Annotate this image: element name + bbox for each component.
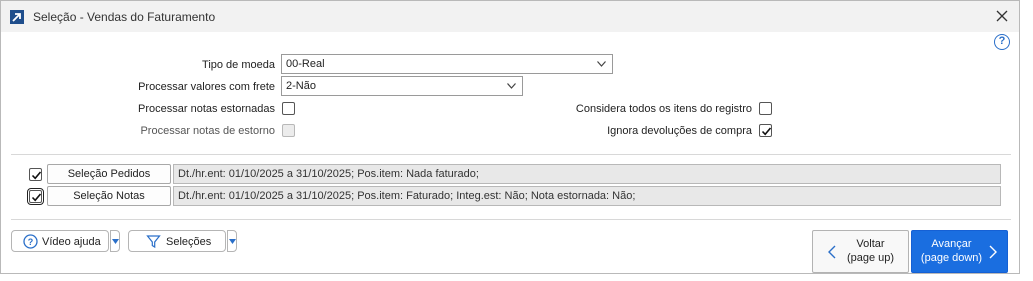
help-icon[interactable]: ?: [994, 34, 1010, 50]
selecoes-dropdown[interactable]: [227, 230, 237, 252]
voltar-label: Voltar: [856, 238, 885, 250]
voltar-button[interactable]: Voltar (page up): [812, 230, 909, 273]
processar-frete-label: Processar valores com frete: [138, 81, 275, 93]
selecao-notas-checkbox[interactable]: [27, 188, 44, 205]
video-ajuda-button[interactable]: ? Vídeo ajuda: [11, 230, 109, 252]
selecao-pedidos-button[interactable]: Seleção Pedidos: [47, 164, 171, 184]
selecao-notas-button[interactable]: Seleção Notas: [47, 186, 171, 206]
tipo-moeda-value: 00-Real: [286, 58, 325, 70]
checkmark-icon: [761, 127, 772, 136]
section-divider: [11, 154, 1011, 155]
tipo-moeda-select[interactable]: 00-Real: [281, 54, 613, 74]
checkmark-icon: [31, 193, 42, 202]
selecao-pedidos-summary: Dt./hr.ent: 01/10/2025 a 31/10/2025; Pos…: [173, 164, 1001, 184]
footer-divider: [11, 219, 1011, 220]
processar-estornadas-checkbox[interactable]: [282, 102, 295, 115]
title-bar: Seleção - Vendas do Faturamento: [1, 1, 1019, 32]
window-title: Seleção - Vendas do Faturamento: [33, 10, 216, 24]
arrow-up-right-icon: [10, 10, 24, 24]
filter-icon: [146, 234, 161, 252]
chevron-right-icon: [989, 245, 997, 262]
processar-estorno-label: Processar notas de estorno: [140, 125, 275, 137]
considera-itens-label: Considera todos os itens do registro: [575, 103, 752, 115]
video-ajuda-dropdown[interactable]: [110, 230, 120, 252]
selecoes-button[interactable]: Seleções: [128, 230, 226, 252]
video-ajuda-label: Vídeo ajuda: [42, 236, 101, 248]
considera-itens-checkbox[interactable]: [759, 102, 772, 115]
caret-down-icon: [229, 239, 236, 244]
ignora-devolucoes-label: Ignora devoluções de compra: [607, 125, 752, 137]
ignora-devolucoes-checkbox[interactable]: [759, 124, 772, 137]
voltar-hint: (page up): [846, 252, 895, 264]
selecao-pedidos-checkbox[interactable]: [29, 168, 42, 181]
dialog-window: Seleção - Vendas do Faturamento ? Tipo d…: [0, 0, 1020, 274]
caret-down-icon: [112, 239, 119, 244]
avancar-button[interactable]: Avançar (page down): [911, 230, 1008, 273]
svg-text:?: ?: [28, 237, 34, 247]
processar-estornadas-label: Processar notas estornadas: [138, 103, 275, 115]
processar-frete-select[interactable]: 2-Não: [281, 76, 523, 96]
help-circle-icon: ?: [23, 234, 38, 252]
checkmark-icon: [31, 171, 42, 180]
selecoes-label: Seleções: [166, 236, 212, 248]
selecao-notas-summary: Dt./hr.ent: 01/10/2025 a 31/10/2025; Pos…: [173, 186, 1001, 206]
close-icon[interactable]: [995, 9, 1009, 23]
chevron-down-icon: [507, 83, 516, 89]
tipo-moeda-label: Tipo de moeda: [202, 59, 275, 71]
processar-estorno-checkbox: [282, 124, 295, 137]
processar-frete-value: 2-Não: [286, 80, 316, 92]
chevron-down-icon: [597, 61, 606, 67]
